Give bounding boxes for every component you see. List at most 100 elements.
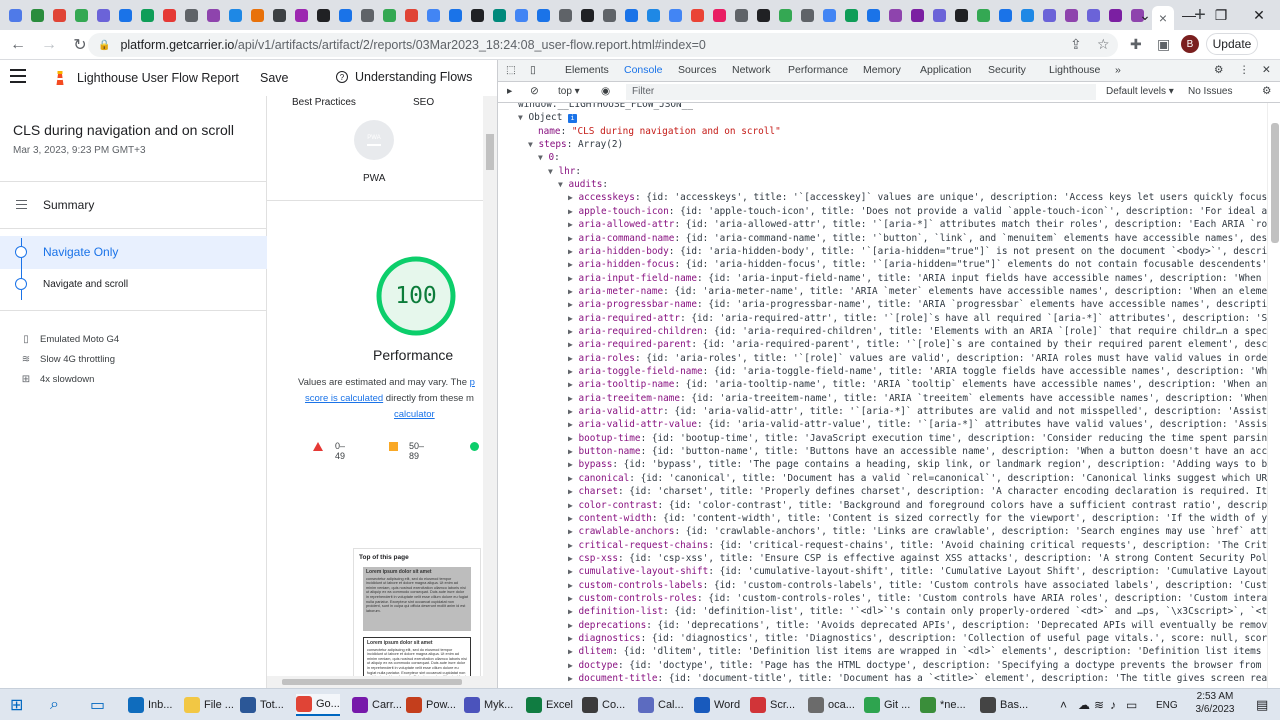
audit-entry[interactable]: ▶ canonical: {id: 'canonical', title: 'D… <box>568 472 1267 485</box>
back-icon[interactable]: ← <box>5 32 31 58</box>
bookmark-star-icon[interactable]: ☆ <box>1097 36 1110 53</box>
understanding-flows-button[interactable]: ? Understanding Flows <box>336 70 472 84</box>
close-devtools-icon[interactable]: ✕ <box>1262 64 1271 76</box>
tab-security[interactable]: Security <box>988 64 1026 76</box>
taskbar-app-button[interactable]: Inb... <box>128 694 172 716</box>
audit-entry[interactable]: ▶ doctype: {id: 'doctype', title: 'Page … <box>568 659 1261 672</box>
tab-favicon-icon[interactable] <box>688 6 706 24</box>
tab-favicon-icon[interactable] <box>1018 6 1036 24</box>
tab-console[interactable]: Console <box>624 64 663 76</box>
notifications-icon[interactable]: ▤ <box>1256 694 1268 716</box>
tab-favicon-icon[interactable] <box>1062 6 1080 24</box>
audit-entry[interactable]: ▶ custom-controls-labels: {id: 'custom-c… <box>568 579 1267 592</box>
scrollbar-thumb[interactable] <box>282 679 462 685</box>
tab-favicon-icon[interactable] <box>94 6 112 24</box>
taskbar-app-button[interactable]: Pow... <box>406 694 456 716</box>
taskbar-app-button[interactable]: Word <box>694 694 740 716</box>
tab-favicon-icon[interactable] <box>930 6 948 24</box>
tab-favicon-icon[interactable] <box>6 6 24 24</box>
tab-favicon-icon[interactable] <box>996 6 1014 24</box>
taskbar-app-button[interactable]: Bas... <box>980 694 1028 716</box>
pwa-badge-icon[interactable]: PWA <box>354 120 394 160</box>
tab-favicon-icon[interactable] <box>622 6 640 24</box>
tab-favicon-icon[interactable] <box>842 6 860 24</box>
audit-entry[interactable]: ▶ dlitem: {id: 'dlitem', title: 'Definit… <box>568 645 1261 658</box>
forward-icon[interactable]: → <box>36 32 62 58</box>
category-best-practices[interactable]: Best Practices <box>292 97 356 108</box>
settings-gear-icon[interactable]: ⚙ <box>1214 64 1223 76</box>
more-tabs-icon[interactable]: » <box>1115 64 1121 76</box>
taskbar-app-button[interactable]: Excel <box>526 694 573 716</box>
tab-favicon-icon[interactable] <box>578 6 596 24</box>
search-icon[interactable]: ⌕ <box>50 694 59 716</box>
tab-favicon-icon[interactable] <box>952 6 970 24</box>
console-scrollbar[interactable] <box>1267 103 1280 688</box>
update-button[interactable]: Update <box>1206 33 1258 55</box>
audit-entry[interactable]: ▶ aria-roles: {id: 'aria-roles', title: … <box>568 352 1267 365</box>
share-icon[interactable]: ⇪ <box>1070 36 1082 53</box>
audit-entry[interactable]: ▶ aria-valid-attr-value: {id: 'aria-vali… <box>568 418 1267 431</box>
page-screenshot-thumbnail[interactable]: Top of this page Lorem ipsum dolor sit a… <box>353 548 481 688</box>
taskbar-app-button[interactable]: Myk... <box>464 694 513 716</box>
calculator-link[interactable]: calculator <box>394 409 435 420</box>
taskbar-app-button[interactable]: Go... <box>296 694 340 716</box>
steps-node[interactable]: ▼ steps: Array(2) <box>528 138 623 151</box>
live-expression-eye-icon[interactable]: ◉ <box>601 85 610 97</box>
taskbar-app-button[interactable]: Carr... <box>352 694 402 716</box>
tab-favicon-icon[interactable] <box>358 6 376 24</box>
tab-favicon-icon[interactable] <box>270 6 288 24</box>
tab-favicon-icon[interactable] <box>534 6 552 24</box>
inspect-element-icon[interactable]: ⬚ <box>506 64 516 76</box>
more-options-icon[interactable]: ⋮ <box>1239 64 1250 76</box>
audit-entry[interactable]: ▶ bypass: {id: 'bypass', title: 'The pag… <box>568 458 1267 471</box>
audit-entry[interactable]: ▶ critical-request-chains: {id: 'critica… <box>568 539 1267 552</box>
audit-entry[interactable]: ▶ aria-required-attr: {id: 'aria-require… <box>568 312 1267 325</box>
tab-favicon-icon[interactable] <box>1084 6 1102 24</box>
tab-favicon-icon[interactable] <box>908 6 926 24</box>
audit-entry[interactable]: ▶ aria-progressbar-name: {id: 'aria-prog… <box>568 298 1267 311</box>
summary-nav-item[interactable]: Summary <box>0 192 267 218</box>
audit-entry[interactable]: ▶ document-title: {id: 'document-title',… <box>568 672 1267 685</box>
onedrive-cloud-icon[interactable]: ☁ <box>1078 694 1090 716</box>
tab-favicon-icon[interactable] <box>512 6 530 24</box>
tab-favicon-icon[interactable] <box>754 6 772 24</box>
audit-entry[interactable]: ▶ cumulative-layout-shift: {id: 'cumulat… <box>568 565 1267 578</box>
log-levels-select[interactable]: Default levels ▾ <box>1106 86 1174 97</box>
close-window-icon[interactable]: ✕ <box>1236 0 1280 30</box>
taskbar-app-button[interactable]: File ... <box>184 694 234 716</box>
audit-entry[interactable]: ▶ charset: {id: 'charset', title: 'Prope… <box>568 485 1267 498</box>
taskbar-app-button[interactable]: Cal... <box>638 694 684 716</box>
audit-entry[interactable]: ▶ definition-list: {id: 'definition-list… <box>568 605 1267 618</box>
profile-avatar[interactable]: B <box>1181 35 1199 53</box>
tab-favicon-icon[interactable] <box>600 6 618 24</box>
language-indicator[interactable]: ENG <box>1156 694 1178 716</box>
console-settings-icon[interactable]: ⚙ <box>1262 85 1271 97</box>
audit-entry[interactable]: ▶ apple-touch-icon: {id: 'apple-touch-ic… <box>568 205 1267 218</box>
audit-entry[interactable]: ▶ aria-input-field-name: {id: 'aria-inpu… <box>568 272 1261 285</box>
extensions-icon[interactable]: ✚ <box>1130 36 1142 53</box>
tab-favicon-icon[interactable] <box>50 6 68 24</box>
tab-sources[interactable]: Sources <box>678 64 717 76</box>
tab-favicon-icon[interactable] <box>380 6 398 24</box>
audit-entry[interactable]: ▶ aria-hidden-body: {id: 'aria-hidden-bo… <box>568 245 1267 258</box>
report-scrollbar[interactable] <box>483 96 497 688</box>
console-filter-input[interactable]: Filter <box>626 84 1096 100</box>
category-seo[interactable]: SEO <box>413 97 434 108</box>
console-expression-line[interactable]: window.__LIGHTHOUSE_FLOW_JSON__ <box>518 103 693 111</box>
address-bar[interactable]: 🔒 platform.getcarrier.io/api/v1/artifact… <box>88 33 1118 57</box>
clear-console-icon[interactable]: ⊘ <box>530 85 539 97</box>
audit-entry[interactable]: ▶ aria-treeitem-name: {id: 'aria-treeite… <box>568 392 1267 405</box>
tab-favicon-icon[interactable] <box>864 6 882 24</box>
tab-favicon-icon[interactable] <box>292 6 310 24</box>
object-node[interactable]: ▼ Object i <box>518 111 578 124</box>
tab-favicon-icon[interactable] <box>666 6 684 24</box>
audit-entry[interactable]: ▶ accesskeys: {id: 'accesskeys', title: … <box>568 191 1267 204</box>
step-0-node[interactable]: ▼ 0: <box>538 151 560 164</box>
volume-icon[interactable]: ♪ <box>1110 694 1116 716</box>
tab-performance[interactable]: Performance <box>788 64 848 76</box>
tab-favicon-icon[interactable] <box>336 6 354 24</box>
tab-favicon-icon[interactable] <box>886 6 904 24</box>
tab-search-icon[interactable]: ⌄ <box>1122 0 1168 30</box>
taskbar-app-button[interactable]: Tot... <box>240 694 284 716</box>
audit-entry[interactable]: ▶ aria-meter-name: {id: 'aria-meter-name… <box>568 285 1267 298</box>
